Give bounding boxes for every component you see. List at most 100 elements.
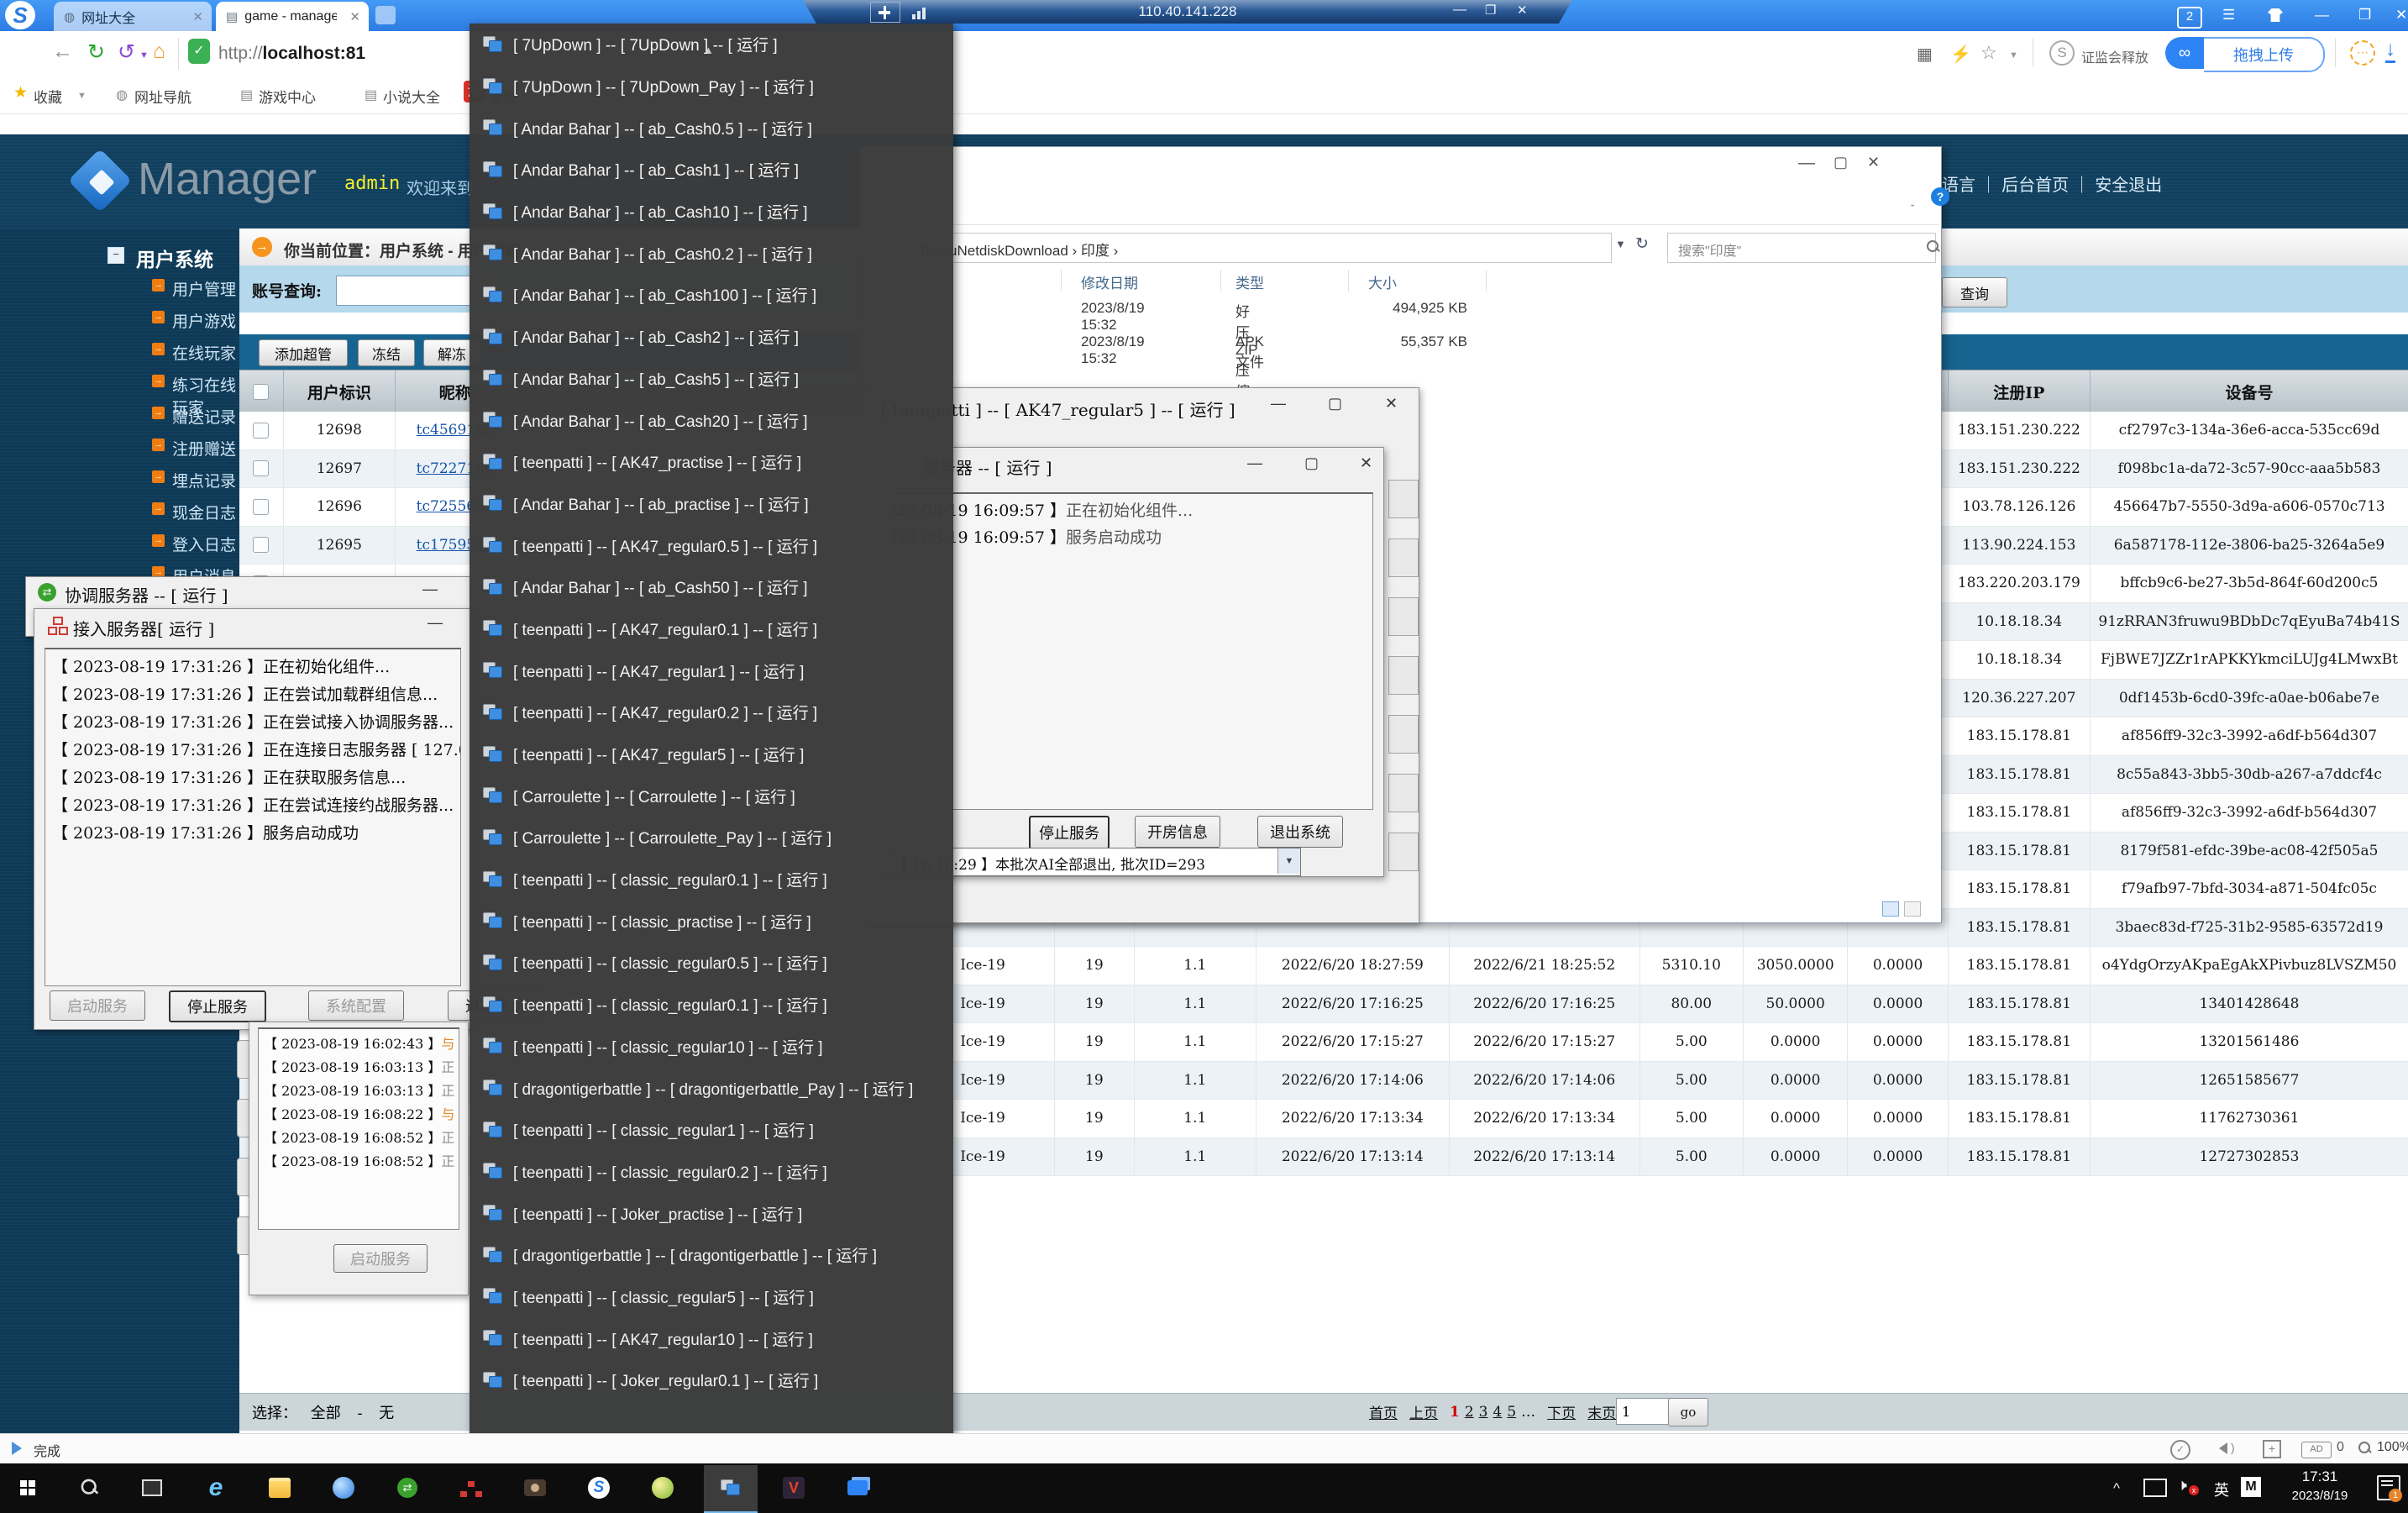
dropdown-item[interactable]: [ Andar Bahar ] -- [ ab_Cash100 ] -- [ 运… <box>470 274 953 316</box>
sidebar-item[interactable]: → 用户游戏 <box>0 302 239 334</box>
page-4-link[interactable]: 4 <box>1493 1404 1503 1421</box>
tray-expand-icon[interactable]: ^ <box>2113 1480 2120 1497</box>
zoom-level[interactable]: 100% <box>2377 1440 2408 1455</box>
sogou-logo-icon[interactable]: S <box>5 1 35 29</box>
column-type[interactable]: 类型 <box>1235 271 1264 292</box>
tab-close-icon[interactable]: ✕ <box>184 9 212 24</box>
header-links[interactable]: 换语言 ｜ 后台首页 ｜ 安全退出 <box>1925 171 2162 196</box>
ribbon-collapse-icon[interactable]: ˬ <box>1911 194 1914 207</box>
safety-check-icon[interactable]: ✓ <box>2170 1440 2190 1460</box>
restore-button[interactable]: ❐ <box>2358 7 2371 24</box>
collapse-icon[interactable]: − <box>108 247 124 264</box>
bookmark-game-center[interactable]: 游戏中心 <box>259 86 316 107</box>
sidebar-item[interactable]: → 在线玩家 <box>0 334 239 366</box>
plugin-box-icon[interactable]: + <box>2263 1440 2281 1458</box>
tray-display-icon[interactable] <box>2143 1479 2167 1497</box>
rdp-close-icon[interactable]: ✕ <box>1517 3 1528 18</box>
page-prev-link[interactable]: 上页 <box>1409 1401 1438 1422</box>
page-go-button[interactable]: go <box>1668 1398 1708 1426</box>
ime-language[interactable]: 英 <box>2214 1479 2229 1500</box>
netdisk-icon[interactable]: ∞ <box>2165 37 2204 69</box>
rdp-restore-icon[interactable]: ❐ <box>1485 3 1496 18</box>
tab-close-icon[interactable]: ✕ <box>341 9 369 24</box>
refresh-icon[interactable]: ↻ <box>1635 234 1649 254</box>
coordination-server-app-icon[interactable]: ⇄ <box>391 1472 423 1504</box>
log-area[interactable]: 【 2023-08-19 16:02:43 】与 【 2023-08-19 16… <box>258 1027 459 1230</box>
page-3-link[interactable]: 3 <box>1479 1404 1488 1421</box>
close-icon[interactable]: ✕ <box>1360 454 1372 472</box>
close-button[interactable]: ✕ <box>2395 7 2407 24</box>
speaker-icon[interactable] <box>2219 1442 2227 1454</box>
sidebar-item[interactable]: → 用户管理 <box>0 271 239 302</box>
dropdown-item[interactable]: [ dragontigerbattle ] -- [ dragontigerba… <box>470 1067 953 1109</box>
new-tab-button[interactable] <box>375 6 396 24</box>
address-dropdown-icon[interactable]: ▼ <box>1615 238 1626 250</box>
sidebar-item[interactable]: → 练习在线玩家 <box>0 366 239 398</box>
header-device-id[interactable]: 设备号 <box>2091 370 2408 412</box>
ad-filter-icon[interactable]: AD <box>2301 1442 2332 1458</box>
internet-explorer-icon[interactable]: e <box>200 1472 232 1504</box>
dropdown-item[interactable]: [ teenpatti ] -- [ classic_regular0.1 ] … <box>470 859 953 901</box>
dropdown-item[interactable]: [ Andar Bahar ] -- [ ab_Cash50 ] -- [ 运行… <box>470 566 953 608</box>
task-view-icon[interactable] <box>136 1472 168 1504</box>
mini-log-window[interactable]: 【 2023-08-19 16:02:43 】与 【 2023-08-19 16… <box>249 1022 469 1295</box>
dropdown-item[interactable]: [ teenpatti ] -- [ classic_practise ] --… <box>470 900 953 942</box>
select-none-link[interactable]: 无 <box>379 1405 394 1422</box>
close-icon[interactable]: ✕ <box>1867 154 1880 171</box>
camera-app-icon[interactable] <box>519 1472 551 1504</box>
start-service-button[interactable]: 启动服务 <box>50 990 145 1021</box>
log-area[interactable]: 【 2023-08-19 16:09:57 】正在初始化组件... 【 2023… <box>893 492 1373 810</box>
notification-icon[interactable]: 1 <box>2377 1475 2400 1500</box>
header-user-id[interactable]: 用户标识 <box>284 370 396 412</box>
minimize-button[interactable]: — <box>2315 7 2329 24</box>
dropdown-item[interactable]: [ Carroulette ] -- [ Carroulette_Pay ] -… <box>470 817 953 859</box>
sidebar-item[interactable]: → 埋点记录 <box>0 462 239 494</box>
dropdown-item[interactable]: [ teenpatti ] -- [ AK47_regular5 ] -- [ … <box>470 733 953 775</box>
add-superadmin-button[interactable]: 添加超管 <box>259 339 348 366</box>
bookmark-novel[interactable]: 小说大全 <box>383 86 440 107</box>
select-all-link[interactable]: 全部 <box>311 1405 341 1422</box>
page-number-input[interactable]: 1 <box>1616 1398 1670 1425</box>
dropdown-item[interactable]: [ Carroulette ] -- [ Carroulette ] -- [ … <box>470 775 953 817</box>
system-config-button[interactable]: 系统配置 <box>308 990 404 1021</box>
dropdown-item[interactable]: [ 7UpDown ] -- [ 7UpDown ] -- [ 运行 ] <box>470 24 953 66</box>
freeze-button[interactable]: 冻结 <box>358 339 415 366</box>
view-details-icon[interactable] <box>1904 901 1921 917</box>
server-console-window[interactable]: 服务器 -- [ 运行 ] — ▢ ✕ 【 2023-08-19 16:09:5… <box>884 447 1384 877</box>
folders-app-icon[interactable] <box>842 1472 873 1504</box>
maximize-icon[interactable]: ▢ <box>1328 395 1342 412</box>
dropdown-item[interactable]: [ teenpatti ] -- [ classic_regular0.1 ] … <box>470 984 953 1026</box>
dropdown-item[interactable]: [ Andar Bahar ] -- [ ab_Cash20 ] -- [ 运行… <box>470 399 953 441</box>
extensions-icon[interactable]: ⋯ <box>2350 40 2375 66</box>
access-server-window[interactable]: 接入服务器[ 运行 ] — 【 2023-08-19 17:31:26 】正在初… <box>34 608 479 1030</box>
dropdown-item[interactable]: [ Andar Bahar ] -- [ ab_Cash2 ] -- [ 运行 … <box>470 316 953 358</box>
minimize-icon[interactable]: — <box>1271 395 1286 412</box>
drag-upload-button[interactable]: 拖拽上传 <box>2204 37 2325 72</box>
qr-code-icon[interactable]: ▦ <box>1917 44 1933 65</box>
dropdown-item[interactable]: [ teenpatti ] -- [ AK47_regular0.1 ] -- … <box>470 608 953 650</box>
maximize-icon[interactable]: ▢ <box>1834 154 1848 171</box>
dropdown-item[interactable]: [ teenpatti ] -- [ AK47_regular0.2 ] -- … <box>470 691 953 733</box>
page-last-link[interactable]: 末页 <box>1587 1401 1616 1422</box>
dropdown-item[interactable]: [ teenpatti ] -- [ Joker_regular0.1 ] --… <box>470 1359 953 1401</box>
dropdown-item[interactable]: [ teenpatti ] -- [ classic_regular0.2 ] … <box>470 1151 953 1193</box>
search-box[interactable]: 搜索"印度" <box>1667 233 1936 263</box>
menu-icon[interactable]: ☰ <box>2222 7 2235 24</box>
dropdown-item[interactable]: [ Andar Bahar ] -- [ ab_Cash0.5 ] -- [ 运… <box>470 107 953 149</box>
dropdown-item[interactable]: [ Andar Bahar ] -- [ ab_Cash10 ] -- [ 运行… <box>470 191 953 233</box>
row-checkbox[interactable] <box>253 460 269 476</box>
sidebar-item[interactable]: → 赠送记录 <box>0 398 239 430</box>
dropdown-item[interactable]: [ teenpatti ] -- [ AK47_regular1 ] -- [ … <box>470 649 953 691</box>
multi-window-badge[interactable]: 2 <box>2177 7 2202 29</box>
row-checkbox[interactable] <box>253 423 269 439</box>
tab-website-collection[interactable]: ◍ 网址大全 ✕ <box>54 2 212 31</box>
sidebar-item[interactable]: → 登入日志 <box>0 526 239 558</box>
combo-dropdown-icon[interactable]: ▼ <box>1277 848 1300 874</box>
column-size[interactable]: 大小 <box>1368 271 1397 292</box>
lightning-icon[interactable]: ⚡ <box>1950 44 1971 65</box>
game-ball-app-icon[interactable] <box>647 1472 679 1504</box>
page-2-link[interactable]: 2 <box>1465 1404 1474 1421</box>
query-button[interactable]: 查询 <box>1942 277 2007 307</box>
bookmark-favorites[interactable]: 收藏 <box>34 86 62 107</box>
rdp-minimize-icon[interactable]: — <box>1453 3 1466 18</box>
